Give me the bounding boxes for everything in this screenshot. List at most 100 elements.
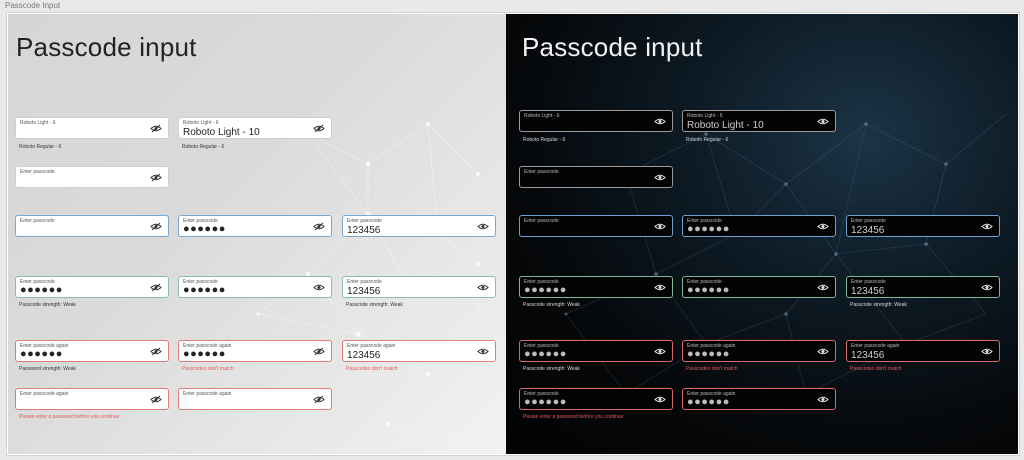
dark-theme-panel: Passcode input Roboto Light - 6 Roboto R…	[506, 14, 1018, 454]
page-title: Passcode input	[16, 32, 197, 62]
field-label: Roboto Light - 6	[687, 113, 723, 119]
field-label: Enter passcode	[347, 218, 382, 224]
field-label: Enter passcode	[524, 169, 559, 175]
eye-slash-icon[interactable]	[150, 222, 162, 231]
masked-value: ●●●●●●	[183, 284, 226, 296]
eye-icon[interactable]	[654, 222, 666, 231]
eye-icon[interactable]	[654, 283, 666, 292]
passcode-field-focused[interactable]: Enter passcode ●●●●●●	[178, 215, 332, 237]
eye-slash-icon[interactable]	[150, 347, 162, 356]
page-title: Passcode input	[522, 32, 703, 62]
eye-icon[interactable]	[654, 117, 666, 126]
eye-icon[interactable]	[817, 222, 829, 231]
helper-text: Roboto Regular - 6	[686, 137, 729, 143]
passcode-field-success[interactable]: Enter passcode 123456	[846, 276, 1000, 298]
eye-slash-icon[interactable]	[150, 124, 162, 133]
passcode-field-success[interactable]: Enter passcode ●●●●●●	[682, 276, 836, 298]
eye-icon[interactable]	[981, 347, 993, 356]
passcode-field-focused[interactable]: Enter passcode 123456	[846, 215, 1000, 237]
field-label: Enter passcode	[347, 279, 382, 285]
field-label: Enter passcode again	[347, 343, 396, 349]
field-value: 123456	[347, 350, 381, 361]
eye-slash-icon[interactable]	[150, 395, 162, 404]
passcode-confirm-field-error[interactable]: Enter passcode again ●●●●●●	[682, 340, 836, 362]
field-value: Roboto Light - 10	[687, 120, 764, 131]
eye-slash-icon[interactable]	[150, 283, 162, 292]
passcode-field-error[interactable]: Enter passcode ●●●●●●	[519, 388, 673, 410]
masked-value: ●●●●●●	[524, 284, 567, 296]
masked-value: ●●●●●●	[687, 223, 730, 235]
passcode-confirm-field-error[interactable]: Enter passcode again	[15, 388, 169, 410]
field-value: 123456	[851, 225, 885, 236]
field-label: Enter passcode	[20, 169, 55, 175]
passcode-field-error[interactable]: Enter passcode ●●●●●●	[519, 340, 673, 362]
passcode-field[interactable]: Roboto Light - 6	[15, 117, 169, 139]
eye-slash-icon[interactable]	[313, 347, 325, 356]
helper-text: Roboto Regular - 6	[182, 144, 225, 150]
passcode-field[interactable]: Roboto Light - 6	[519, 110, 673, 132]
passcode-field[interactable]: Roboto Light - 6 Roboto Light - 10	[682, 110, 836, 132]
field-value: 123456	[347, 286, 381, 297]
eye-icon[interactable]	[477, 222, 489, 231]
field-value: 123456	[347, 225, 381, 236]
eye-slash-icon[interactable]	[313, 124, 325, 133]
field-label: Enter passcode	[851, 279, 886, 285]
passcode-confirm-field-error[interactable]: Enter passcode again 123456	[846, 340, 1000, 362]
field-value: Roboto Light - 10	[183, 127, 260, 138]
field-label: Roboto Light - 6	[524, 113, 560, 119]
eye-slash-icon[interactable]	[313, 395, 325, 404]
eye-icon[interactable]	[817, 347, 829, 356]
frame-label: Passcode Input	[5, 1, 61, 10]
field-value: 123456	[851, 350, 885, 361]
eye-icon[interactable]	[654, 347, 666, 356]
eye-icon[interactable]	[981, 283, 993, 292]
eye-icon[interactable]	[817, 283, 829, 292]
strength-text: Passcode strength: Weak	[850, 302, 907, 308]
error-text: Passcodes don't match	[850, 366, 902, 372]
eye-icon[interactable]	[477, 283, 489, 292]
eye-icon[interactable]	[981, 222, 993, 231]
eye-icon[interactable]	[654, 173, 666, 182]
passcode-field-success[interactable]: Enter passcode ●●●●●●	[519, 276, 673, 298]
passcode-field-success[interactable]: Enter passcode ●●●●●●	[178, 276, 332, 298]
passcode-confirm-field-error[interactable]: Enter passcode again ●●●●●●	[682, 388, 836, 410]
passcode-confirm-field-error[interactable]: Enter passcode again ●●●●●●	[178, 340, 332, 362]
passcode-confirm-field-error[interactable]: Enter passcode again	[178, 388, 332, 410]
field-label: Enter passcode	[524, 218, 559, 224]
passcode-field[interactable]: Roboto Light - 6 Roboto Light - 10	[178, 117, 332, 139]
passcode-field-focused[interactable]: Enter passcode	[519, 215, 673, 237]
field-label: Enter passcode	[851, 218, 886, 224]
strength-text: Passcode strength: Weak	[523, 366, 580, 372]
error-text: Please enter a password before you conti…	[523, 414, 624, 420]
light-theme-panel: Passcode input Roboto Light - 6 Roboto R…	[8, 14, 508, 454]
passcode-field-success[interactable]: Enter passcode 123456	[342, 276, 496, 298]
eye-icon[interactable]	[654, 395, 666, 404]
masked-value: ●●●●●●	[524, 396, 567, 408]
masked-value: ●●●●●●	[524, 348, 567, 360]
field-label: Enter passcode	[20, 218, 55, 224]
passcode-field[interactable]: Enter passcode	[519, 166, 673, 188]
error-text: Please enter a password before you conti…	[19, 414, 120, 420]
passcode-confirm-field-error[interactable]: Enter passcode again ●●●●●●	[15, 340, 169, 362]
eye-slash-icon[interactable]	[313, 222, 325, 231]
passcode-confirm-field-error[interactable]: Enter passcode again 123456	[342, 340, 496, 362]
eye-icon[interactable]	[477, 347, 489, 356]
passcode-field[interactable]: Enter passcode	[15, 166, 169, 188]
eye-icon[interactable]	[817, 117, 829, 126]
error-text: Passcodes don't match	[686, 366, 738, 372]
field-label: Enter passcode again	[183, 391, 232, 397]
helper-text: Roboto Regular - 6	[19, 144, 62, 150]
masked-value: ●●●●●●	[183, 223, 226, 235]
eye-slash-icon[interactable]	[150, 173, 162, 182]
passcode-field-focused[interactable]: Enter passcode ●●●●●●	[682, 215, 836, 237]
passcode-field-success[interactable]: Enter passcode ●●●●●●	[15, 276, 169, 298]
masked-value: ●●●●●●	[687, 284, 730, 296]
field-value: 123456	[851, 286, 885, 297]
eye-icon[interactable]	[313, 283, 325, 292]
passcode-field-focused[interactable]: Enter passcode	[15, 215, 169, 237]
masked-value: ●●●●●●	[687, 396, 730, 408]
masked-value: ●●●●●●	[20, 348, 63, 360]
field-label: Enter passcode again	[20, 391, 69, 397]
eye-icon[interactable]	[817, 395, 829, 404]
passcode-field-focused[interactable]: Enter passcode 123456	[342, 215, 496, 237]
